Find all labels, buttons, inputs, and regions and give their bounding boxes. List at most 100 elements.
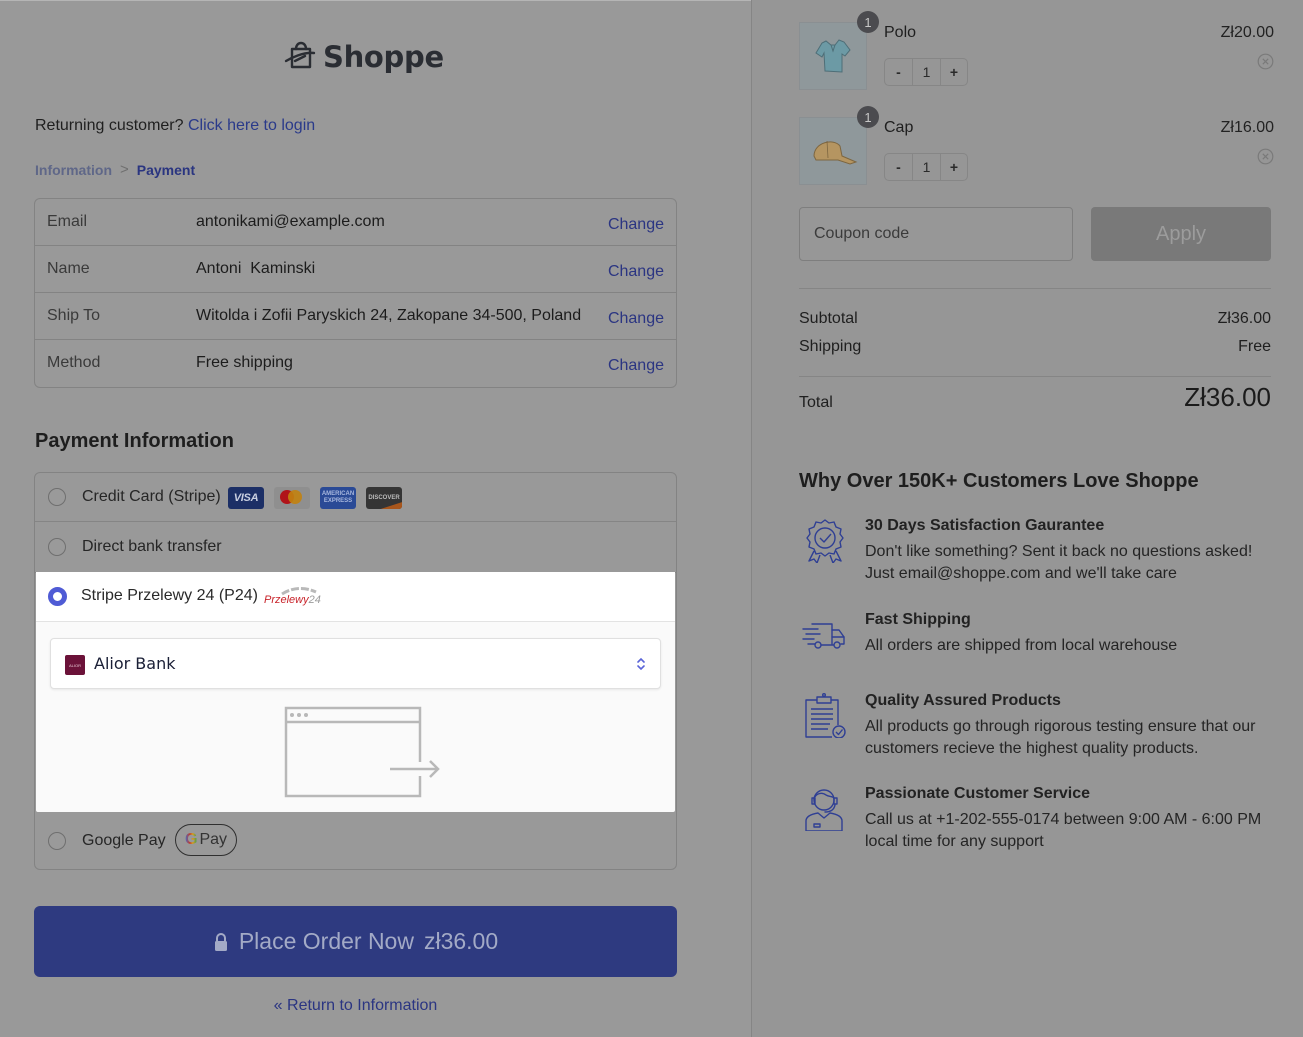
feature-title: Passionate Customer Service bbox=[865, 785, 1090, 802]
remove-item-icon[interactable] bbox=[1257, 53, 1274, 70]
przelewy24-logo-icon: Przelewy24 bbox=[264, 586, 321, 608]
chevron-up-down-icon bbox=[637, 657, 645, 671]
cart-item: 1 Cap - 1 + Zł16.00 bbox=[799, 106, 1274, 187]
change-address-link[interactable]: Change bbox=[608, 310, 664, 328]
item-price: Zł20.00 bbox=[1220, 24, 1274, 41]
info-value: Free shipping bbox=[196, 354, 293, 371]
subtotal-row: Subtotal Zł36.00 bbox=[799, 310, 1271, 328]
order-summary: 1 Polo - 1 + Zł20.00 1 Cap - 1 + Zł16.00 bbox=[752, 0, 1303, 1037]
checkout-main: Shoppe Returning customer? Click here to… bbox=[0, 0, 751, 1037]
delivery-truck-icon bbox=[802, 623, 845, 649]
shipping-label: Shipping bbox=[799, 338, 862, 355]
payment-method-label: Direct bank transfer bbox=[82, 538, 222, 555]
payment-method-bank-transfer[interactable]: Direct bank transfer bbox=[35, 522, 676, 573]
divider bbox=[799, 376, 1271, 377]
google-pay-logo-icon: G Pay bbox=[175, 824, 237, 856]
radio-p24-selected[interactable] bbox=[48, 587, 67, 606]
product-image bbox=[799, 117, 867, 185]
payment-heading: Payment Information bbox=[35, 430, 234, 452]
breadcrumb-payment: Payment bbox=[136, 161, 196, 178]
lock-icon bbox=[214, 932, 227, 951]
cap-icon bbox=[813, 140, 858, 165]
selected-bank: Alior Bank bbox=[94, 654, 176, 673]
info-value: Antoni Kaminski bbox=[196, 260, 316, 277]
feature-title: Quality Assured Products bbox=[865, 692, 1061, 709]
subtotal-label: Subtotal bbox=[799, 310, 858, 327]
place-order-button[interactable]: Place Order Now zł36.00 bbox=[34, 906, 677, 977]
brand-name: Shoppe bbox=[323, 39, 444, 74]
item-name: Cap bbox=[884, 119, 914, 136]
payment-method-label: Credit Card (Stripe) bbox=[82, 488, 221, 505]
feature-description: Don't like something? Sent it back no qu… bbox=[865, 543, 1253, 582]
mastercard-logo-icon bbox=[274, 487, 310, 509]
item-name: Polo bbox=[884, 24, 917, 41]
quantity-badge: 1 bbox=[857, 106, 879, 128]
support-agent-icon bbox=[805, 789, 843, 831]
award-badge-icon bbox=[806, 519, 844, 563]
coupon-code-input[interactable] bbox=[799, 207, 1073, 261]
subtotal-value: Zł36.00 bbox=[1217, 310, 1271, 327]
chevron-right-icon: > bbox=[120, 161, 129, 178]
discover-logo-icon: DISCOVER bbox=[366, 487, 402, 509]
brand-logo[interactable]: Shoppe bbox=[283, 36, 444, 77]
bank-select-dropdown[interactable]: ALIOR Alior Bank bbox=[50, 638, 661, 689]
quantity-badge: 1 bbox=[857, 11, 879, 33]
remove-item-icon[interactable] bbox=[1257, 148, 1274, 165]
divider bbox=[799, 288, 1271, 289]
payment-method-credit-card[interactable]: Credit Card (Stripe) VISA AMERICAN EXPRE… bbox=[35, 473, 676, 522]
return-to-information-link[interactable]: « Return to Information bbox=[0, 997, 711, 1015]
feature-title: 30 Days Satisfaction Gaurantee bbox=[865, 517, 1105, 534]
decrease-quantity-button[interactable]: - bbox=[885, 59, 913, 85]
change-email-link[interactable]: Change bbox=[608, 216, 664, 234]
total-label: Total bbox=[799, 394, 833, 411]
cart-item: 1 Polo - 1 + Zł20.00 bbox=[799, 11, 1274, 92]
feature-description: Call us at +1-202-555-0174 between 9:00 … bbox=[865, 811, 1262, 850]
info-label: Ship To bbox=[47, 307, 101, 324]
payment-method-p24[interactable]: Stripe Przelewy 24 (P24) Przelewy24 bbox=[36, 572, 675, 622]
alior-bank-logo-icon: ALIOR bbox=[65, 655, 85, 675]
place-order-label: Place Order Now bbox=[238, 928, 414, 954]
total-value: Zł36.00 bbox=[1184, 382, 1271, 412]
info-row-name: Name Antoni Kaminski Change bbox=[35, 246, 676, 293]
login-prompt-text: Returning customer? bbox=[35, 117, 184, 134]
apply-coupon-button[interactable]: Apply bbox=[1091, 207, 1271, 261]
p24-payment-panel: Stripe Przelewy 24 (P24) Przelewy24 ALIO… bbox=[36, 572, 675, 812]
item-price: Zł16.00 bbox=[1220, 119, 1274, 136]
quantity-stepper: - 1 + bbox=[884, 153, 968, 181]
shipping-row: Shipping Free bbox=[799, 338, 1271, 356]
breadcrumb-information[interactable]: Information bbox=[35, 162, 112, 178]
amex-logo-icon: AMERICAN EXPRESS bbox=[320, 487, 356, 509]
feature-title: Fast Shipping bbox=[865, 611, 971, 628]
product-image bbox=[799, 22, 867, 90]
shipping-value: Free bbox=[1238, 338, 1271, 355]
payment-method-label: Google Pay bbox=[82, 832, 166, 849]
why-heading: Why Over 150K+ Customers Love Shoppe bbox=[799, 470, 1199, 492]
quantity-stepper: - 1 + bbox=[884, 58, 968, 86]
radio-google-pay[interactable] bbox=[48, 832, 66, 850]
shopping-bag-icon bbox=[283, 36, 319, 77]
card-logos: VISA AMERICAN EXPRESS DISCOVER bbox=[228, 487, 402, 509]
browser-redirect-icon bbox=[284, 706, 440, 798]
customer-info-summary: Email antonikami@example.com Change Name… bbox=[34, 198, 677, 388]
total-row: Total Zł36.00 bbox=[799, 382, 1271, 412]
login-link[interactable]: Click here to login bbox=[188, 117, 315, 134]
polo-shirt-icon bbox=[815, 39, 851, 73]
quantity-value[interactable]: 1 bbox=[913, 59, 941, 85]
breadcrumb: Information > Payment bbox=[35, 161, 195, 178]
feature-description: All products go through rigorous testing… bbox=[865, 718, 1256, 757]
radio-credit-card[interactable] bbox=[48, 488, 66, 506]
radio-bank-transfer[interactable] bbox=[48, 538, 66, 556]
info-label: Method bbox=[47, 354, 101, 371]
change-name-link[interactable]: Change bbox=[608, 263, 664, 281]
change-method-link[interactable]: Change bbox=[608, 357, 664, 375]
quantity-value[interactable]: 1 bbox=[913, 154, 941, 180]
info-label: Name bbox=[47, 260, 90, 277]
payment-method-google-pay[interactable]: Google Pay G Pay bbox=[35, 813, 676, 869]
info-row-method: Method Free shipping Change bbox=[35, 340, 676, 387]
place-order-amount: zł36.00 bbox=[423, 928, 499, 954]
increase-quantity-button[interactable]: + bbox=[941, 154, 967, 180]
decrease-quantity-button[interactable]: - bbox=[885, 154, 913, 180]
feature-description: All orders are shipped from local wareho… bbox=[865, 637, 1178, 654]
info-row-email: Email antonikami@example.com Change bbox=[35, 199, 676, 246]
increase-quantity-button[interactable]: + bbox=[941, 59, 967, 85]
